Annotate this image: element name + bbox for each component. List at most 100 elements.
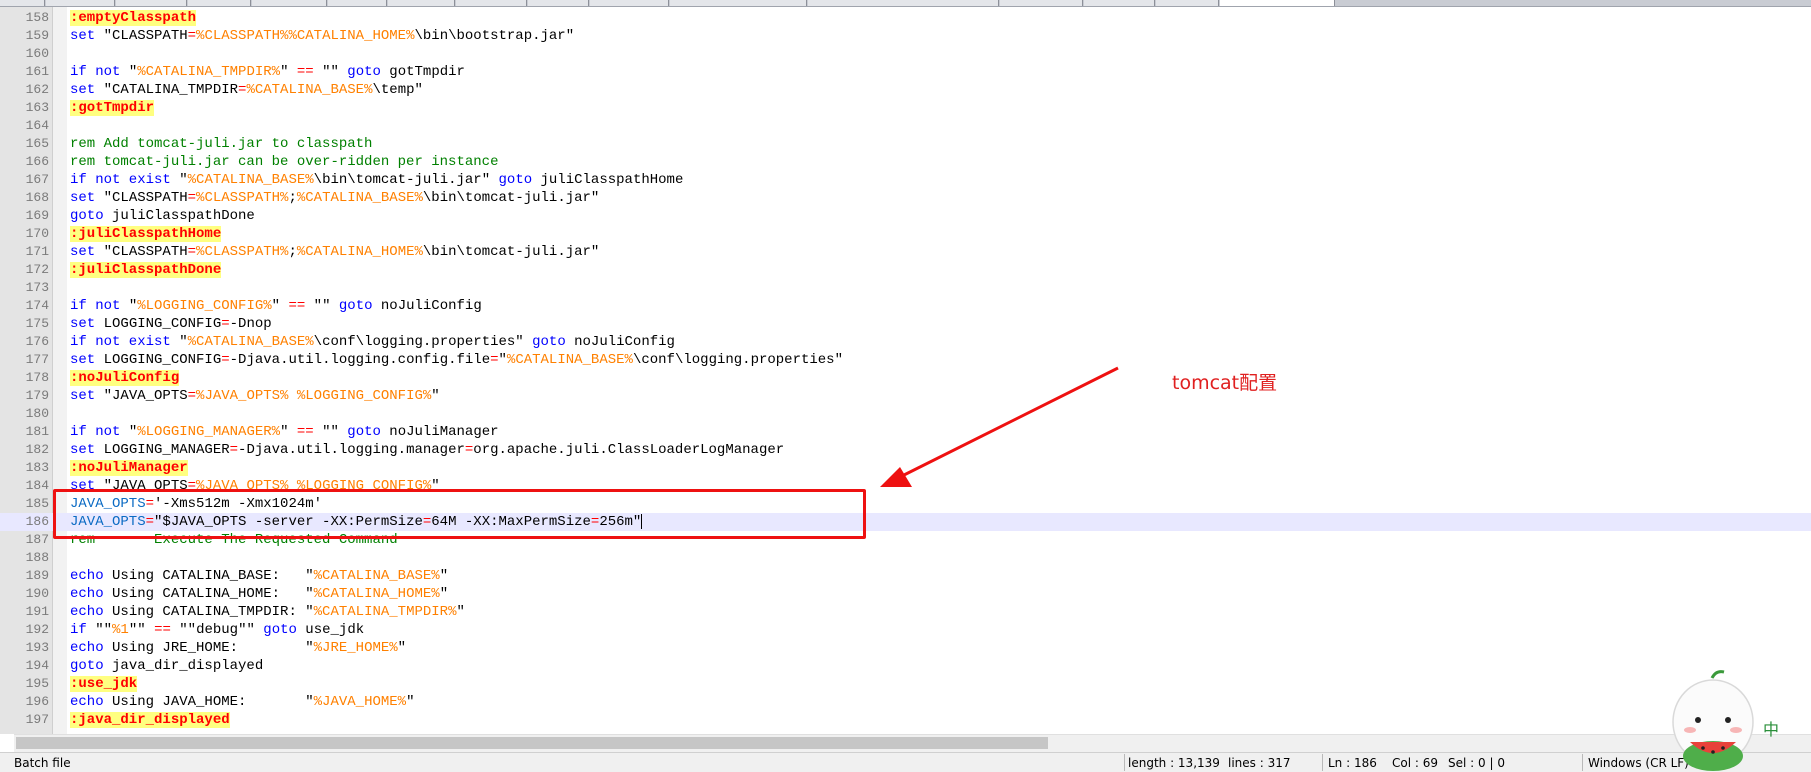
tab[interactable] [188,0,251,6]
status-bar: Batch file length : 13,139 lines : 317 L… [0,752,1811,772]
code-text[interactable]: if not "%LOGGING_MANAGER%" == "" goto no… [70,423,499,441]
ime-indicator[interactable]: 中 [1763,716,1779,740]
code-text[interactable]: if not exist "%CATALINA_BASE%\bin\tomcat… [70,171,683,189]
code-text[interactable]: set "JAVA_OPTS=%JAVA_OPTS% %LOGGING_CONF… [70,477,440,495]
code-text[interactable]: set "CLASSPATH=%CLASSPATH%%CATALINA_HOME… [70,27,574,45]
tab[interactable] [808,0,999,6]
code-text[interactable]: rem Execute The Requested Command [70,531,398,549]
code-line[interactable]: 179 set "JAVA_OPTS=%JAVA_OPTS% %LOGGING_C… [0,387,1811,405]
tab[interactable] [252,0,327,6]
code-line[interactable]: 175 set LOGGING_CONFIG=-Dnop [0,315,1811,333]
code-line[interactable]: 187 rem Execute The Requested Command [0,531,1811,549]
code-line[interactable]: 193 echo Using JRE_HOME: "%JRE_HOME%" [0,639,1811,657]
code-line[interactable]: 194 goto java_dir_displayed [0,657,1811,675]
code-line[interactable]: 162 set "CATALINA_TMPDIR=%CATALINA_BASE%\… [0,81,1811,99]
code-text[interactable]: rem tomcat-juli.jar can be over-ridden p… [70,153,498,171]
code-text[interactable]: :juliClasspathHome [70,225,222,243]
code-text[interactable]: set "CATALINA_TMPDIR=%CATALINA_BASE%\tem… [70,81,423,99]
code-line[interactable]: 197:java_dir_displayed [0,711,1811,729]
code-text[interactable]: echo Using CATALINA_HOME: "%CATALINA_HOM… [70,585,448,603]
code-token: if [70,622,87,638]
code-text[interactable]: echo Using JAVA_HOME: "%JAVA_HOME%" [70,693,414,711]
code-text[interactable]: set LOGGING_MANAGER=-Djava.util.logging.… [70,441,784,459]
code-line[interactable]: 177 set LOGGING_CONFIG=-Djava.util.loggin… [0,351,1811,369]
code-text[interactable]: if ""%1"" == ""debug"" goto use_jdk [70,621,364,639]
tab[interactable] [0,0,45,6]
code-line[interactable]: 168 set "CLASSPATH=%CLASSPATH%;%CATALINA_… [0,189,1811,207]
code-line[interactable]: 163:gotTmpdir [0,99,1811,117]
code-line-current[interactable]: 186 JAVA_OPTS="$JAVA_OPTS -server -XX:Per… [0,513,1811,531]
code-line[interactable]: 184 set "JAVA_OPTS=%JAVA_OPTS% %LOGGING_C… [0,477,1811,495]
code-line[interactable]: 167 if not exist "%CATALINA_BASE%\bin\tom… [0,171,1811,189]
code-text[interactable]: set "JAVA_OPTS=%JAVA_OPTS% %LOGGING_CONF… [70,387,440,405]
code-text[interactable]: set "CLASSPATH=%CLASSPATH%;%CATALINA_HOM… [70,243,599,261]
code-line[interactable]: 183:noJuliManager [0,459,1811,477]
code-line[interactable]: 171 set "CLASSPATH=%CLASSPATH%;%CATALINA_… [0,243,1811,261]
code-line[interactable]: 178:noJuliConfig [0,369,1811,387]
code-text[interactable]: :noJuliConfig [70,369,180,387]
code-line[interactable]: 166 rem tomcat-juli.jar can be over-ridde… [0,153,1811,171]
code-text[interactable]: :use_jdk [70,675,138,693]
code-line[interactable]: 190 echo Using CATALINA_HOME: "%CATALINA_… [0,585,1811,603]
code-line[interactable]: 196 echo Using JAVA_HOME: "%JAVA_HOME%" [0,693,1811,711]
code-line[interactable]: 192 if ""%1"" == ""debug"" goto use_jdk [0,621,1811,639]
tab[interactable] [590,0,669,6]
code-text[interactable]: goto juliClasspathDone [70,207,255,225]
code-text[interactable]: if not exist "%CATALINA_BASE%\conf\loggi… [70,333,675,351]
code-line[interactable]: 158:emptyClasspath [0,9,1811,27]
code-line[interactable]: 173 [0,279,1811,297]
horizontal-scrollbar[interactable] [14,734,1811,752]
code-text[interactable]: goto java_dir_displayed [70,657,263,675]
code-line[interactable]: 195:use_jdk [0,675,1811,693]
line-number: 168 [25,190,49,205]
code-text[interactable]: :juliClasspathDone [70,261,222,279]
code-text[interactable]: JAVA_OPTS='-Xms512m -Xmx1024m' [70,495,322,513]
code-text[interactable]: echo Using CATALINA_BASE: "%CATALINA_BAS… [70,567,448,585]
tab[interactable] [328,0,387,6]
code-line[interactable]: 159 set "CLASSPATH=%CLASSPATH%%CATALINA_H… [0,27,1811,45]
code-text[interactable]: if not "%CATALINA_TMPDIR%" == "" goto go… [70,63,465,81]
code-line[interactable]: 172:juliClasspathDone [0,261,1811,279]
tab[interactable] [1156,0,1219,6]
code-text[interactable]: echo Using JRE_HOME: "%JRE_HOME%" [70,639,406,657]
tab[interactable] [456,0,527,6]
code-text[interactable]: :gotTmpdir [70,99,155,117]
code-line[interactable]: 169 goto juliClasspathDone [0,207,1811,225]
code-line[interactable]: 189 echo Using CATALINA_BASE: "%CATALINA_… [0,567,1811,585]
tab[interactable] [46,0,115,6]
tab[interactable] [528,0,589,6]
code-line[interactable]: 176 if not exist "%CATALINA_BASE%\conf\lo… [0,333,1811,351]
code-text[interactable]: set LOGGING_CONFIG=-Djava.util.logging.c… [70,351,843,369]
code-line[interactable]: 180 [0,405,1811,423]
tab[interactable] [1000,0,1083,6]
code-line[interactable]: 165 rem Add tomcat-juli.jar to classpath [0,135,1811,153]
code-line[interactable]: 185 JAVA_OPTS='-Xms512m -Xmx1024m' [0,495,1811,513]
code-line[interactable]: 160 [0,45,1811,63]
code-text[interactable]: :java_dir_displayed [70,711,230,729]
code-line[interactable]: 170:juliClasspathHome [0,225,1811,243]
code-line[interactable]: 164 [0,117,1811,135]
code-text[interactable]: :noJuliManager [70,459,188,477]
code-line[interactable]: 161 if not "%CATALINA_TMPDIR%" == "" goto… [0,63,1811,81]
tab[interactable] [1084,0,1155,6]
code-text[interactable]: JAVA_OPTS="$JAVA_OPTS -server -XX:PermSi… [70,513,643,531]
code-line[interactable]: 188 [0,549,1811,567]
scrollbar-thumb[interactable] [16,737,1048,749]
code-text[interactable]: if not "%LOGGING_CONFIG%" == "" goto noJ… [70,297,482,315]
tab[interactable] [388,0,455,6]
code-line[interactable]: 181 if not "%LOGGING_MANAGER%" == "" goto… [0,423,1811,441]
code-editor[interactable]: 158:emptyClasspath 159 set "CLASSPATH=%CLA… [0,9,1811,729]
code-line[interactable]: 174 if not "%LOGGING_CONFIG%" == "" goto … [0,297,1811,315]
code-text[interactable]: echo Using CATALINA_TMPDIR: "%CATALINA_T… [70,603,465,621]
code-line[interactable]: 191 echo Using CATALINA_TMPDIR: "%CATALIN… [0,603,1811,621]
line-number: 189 [25,568,49,583]
mascot-seed [1721,746,1725,750]
code-text[interactable]: set LOGGING_CONFIG=-Dnop [70,315,272,333]
code-text[interactable]: set "CLASSPATH=%CLASSPATH%;%CATALINA_BAS… [70,189,599,207]
tab-active[interactable] [1220,0,1335,6]
code-text[interactable]: :emptyClasspath [70,9,197,27]
code-text[interactable]: rem Add tomcat-juli.jar to classpath [70,135,372,153]
code-line[interactable]: 182 set LOGGING_MANAGER=-Djava.util.loggi… [0,441,1811,459]
tab[interactable] [670,0,807,6]
tab[interactable] [116,0,187,6]
